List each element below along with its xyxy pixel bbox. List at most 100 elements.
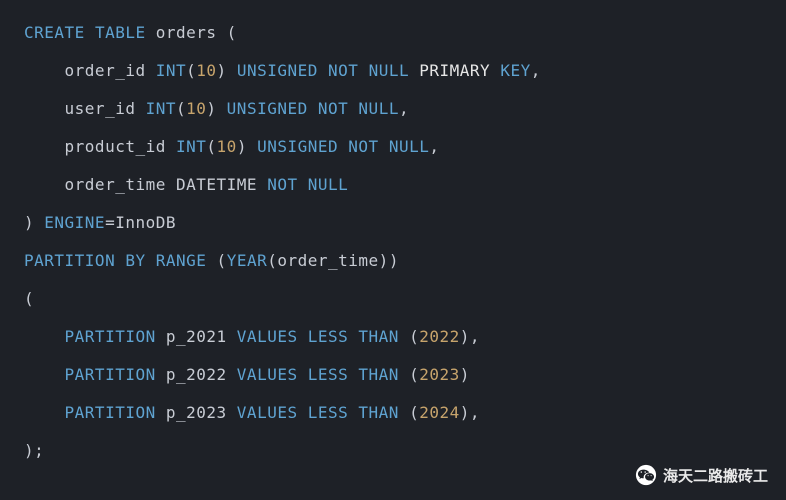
code-token: InnoDB: [115, 213, 176, 232]
code-token: ,: [531, 61, 541, 80]
code-token: THAN: [358, 365, 399, 384]
code-token: [298, 175, 308, 194]
code-token: (: [399, 327, 419, 346]
wechat-icon: [635, 464, 657, 486]
code-line: PARTITION BY RANGE (YEAR(order_time)): [24, 242, 762, 280]
code-token: [318, 61, 328, 80]
code-token: ): [217, 61, 237, 80]
code-token: [298, 327, 308, 346]
code-token: orders (: [146, 23, 237, 42]
code-token: [85, 23, 95, 42]
code-token: 10: [186, 99, 206, 118]
code-token: [298, 403, 308, 422]
code-token: 2023: [419, 365, 460, 384]
code-token: [348, 327, 358, 346]
code-token: [24, 365, 65, 384]
code-token: ),: [460, 327, 480, 346]
code-token: [348, 99, 358, 118]
code-token: (: [24, 289, 34, 308]
code-token: [115, 251, 125, 270]
code-token: NOT: [318, 99, 348, 118]
code-token: ENGINE: [44, 213, 105, 232]
sql-code-block: CREATE TABLE orders ( order_id INT(10) U…: [0, 0, 786, 470]
code-token: RANGE: [156, 251, 207, 270]
code-token: ): [206, 99, 226, 118]
code-token: 10: [196, 61, 216, 80]
code-token: (: [176, 99, 186, 118]
code-token: (: [206, 251, 226, 270]
code-token: );: [24, 441, 44, 460]
code-token: PARTITION: [24, 251, 115, 270]
code-token: THAN: [358, 327, 399, 346]
code-token: product_id: [24, 137, 176, 156]
code-token: ),: [460, 403, 480, 422]
code-token: [358, 61, 368, 80]
code-line: PARTITION p_2023 VALUES LESS THAN (2024)…: [24, 394, 762, 432]
code-token: [24, 327, 65, 346]
code-token: KEY: [500, 61, 530, 80]
code-token: [379, 137, 389, 156]
code-token: THAN: [358, 403, 399, 422]
code-token: [308, 99, 318, 118]
code-token: p_2023: [156, 403, 237, 422]
code-token: PARTITION: [65, 327, 156, 346]
code-token: [490, 61, 500, 80]
code-token: ,: [429, 137, 439, 156]
code-line: PARTITION p_2021 VALUES LESS THAN (2022)…: [24, 318, 762, 356]
code-token: NOT: [267, 175, 297, 194]
code-token: 2024: [419, 403, 460, 422]
code-token: (: [206, 137, 216, 156]
code-token: ): [237, 137, 257, 156]
code-token: ): [24, 213, 44, 232]
code-token: NOT: [328, 61, 358, 80]
code-token: =: [105, 213, 115, 232]
code-token: p_2021: [156, 327, 237, 346]
code-token: (: [186, 61, 196, 80]
code-token: BY: [125, 251, 145, 270]
code-token: LESS: [308, 327, 349, 346]
code-token: CREATE: [24, 23, 85, 42]
code-token: [409, 61, 419, 80]
code-token: [348, 403, 358, 422]
code-line: CREATE TABLE orders (: [24, 14, 762, 52]
code-token: user_id: [24, 99, 146, 118]
code-token: (order_time)): [267, 251, 399, 270]
code-token: YEAR: [227, 251, 268, 270]
code-token: NULL: [308, 175, 349, 194]
code-token: NULL: [358, 99, 399, 118]
code-token: VALUES: [237, 327, 298, 346]
code-token: LESS: [308, 365, 349, 384]
code-token: PRIMARY: [419, 61, 490, 80]
code-token: PARTITION: [65, 403, 156, 422]
code-token: order_time DATETIME: [24, 175, 267, 194]
code-line: product_id INT(10) UNSIGNED NOT NULL,: [24, 128, 762, 166]
code-token: [298, 365, 308, 384]
code-token: p_2022: [156, 365, 237, 384]
code-token: (: [399, 365, 419, 384]
code-token: VALUES: [237, 365, 298, 384]
code-token: TABLE: [95, 23, 146, 42]
code-line: PARTITION p_2022 VALUES LESS THAN (2023): [24, 356, 762, 394]
code-token: [146, 251, 156, 270]
code-line: user_id INT(10) UNSIGNED NOT NULL,: [24, 90, 762, 128]
code-token: (: [399, 403, 419, 422]
code-line: order_time DATETIME NOT NULL: [24, 166, 762, 204]
code-token: INT: [176, 137, 206, 156]
code-line: (: [24, 280, 762, 318]
code-token: [24, 403, 65, 422]
watermark-text: 海天二路搬砖工: [663, 465, 768, 486]
code-token: 2022: [419, 327, 460, 346]
code-line: order_id INT(10) UNSIGNED NOT NULL PRIMA…: [24, 52, 762, 90]
code-token: NOT: [348, 137, 378, 156]
code-token: PARTITION: [65, 365, 156, 384]
watermark: 海天二路搬砖工: [635, 464, 768, 486]
code-token: 10: [217, 137, 237, 156]
code-token: UNSIGNED: [237, 61, 318, 80]
code-token: INT: [156, 61, 186, 80]
code-token: ): [460, 365, 470, 384]
code-token: LESS: [308, 403, 349, 422]
code-token: [338, 137, 348, 156]
code-token: [348, 365, 358, 384]
code-token: ,: [399, 99, 409, 118]
code-token: VALUES: [237, 403, 298, 422]
